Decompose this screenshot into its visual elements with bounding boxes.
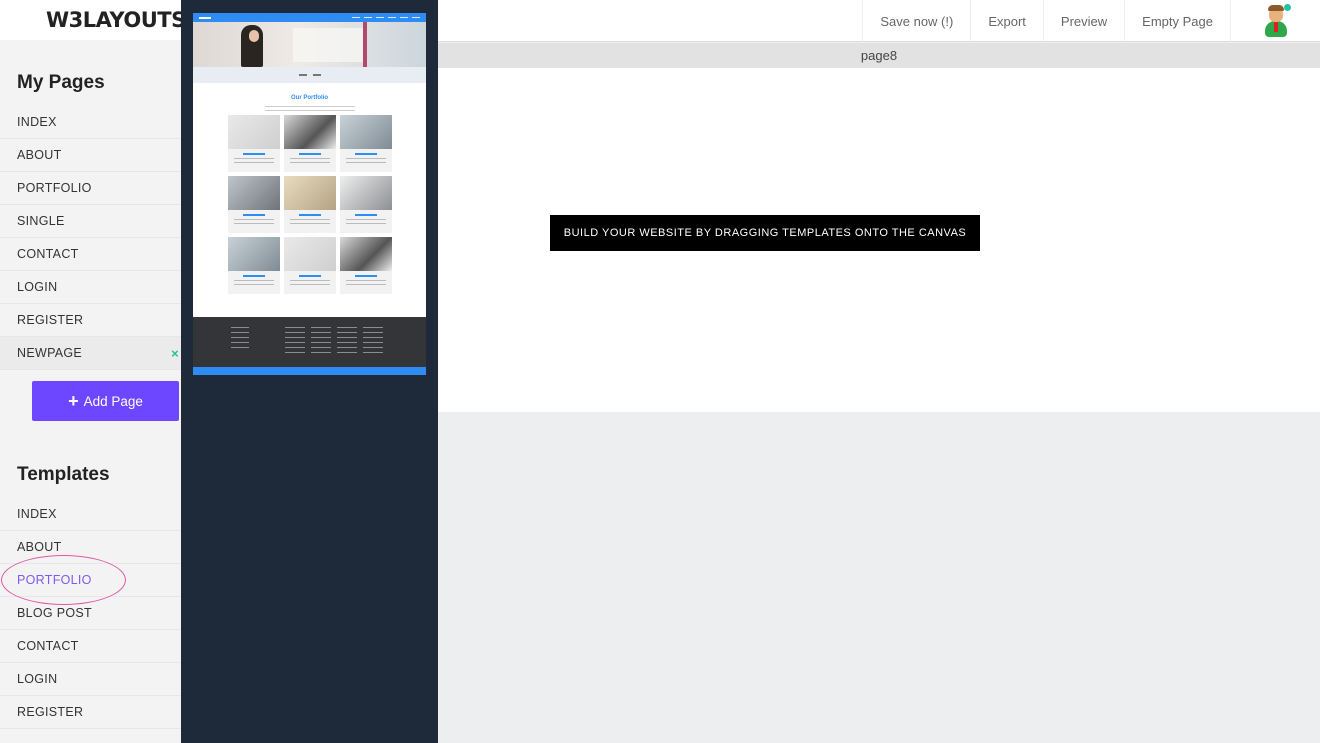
page-item-label: ABOUT	[17, 148, 62, 162]
template-item-label: LOGIN	[17, 672, 58, 686]
page-name-bar: page8	[438, 43, 1320, 68]
thumbnail-card	[340, 176, 392, 233]
template-item-contact[interactable]: CONTACT	[0, 630, 181, 663]
page-item-index[interactable]: INDEX	[0, 106, 181, 139]
canvas-hint: BUILD YOUR WEBSITE BY DRAGGING TEMPLATES…	[550, 215, 980, 251]
logo-text: W3LAYOUTS	[46, 8, 186, 32]
template-item-label: REGISTER	[17, 705, 84, 719]
page-item-label: CONTACT	[17, 247, 79, 261]
thumbnail-navbar	[193, 13, 426, 22]
canvas[interactable]: BUILD YOUR WEBSITE BY DRAGGING TEMPLATES…	[438, 68, 1320, 412]
templates-list: INDEX ABOUT PORTFOLIO BLOG POST CONTACT …	[0, 498, 181, 729]
templates-title: Templates	[17, 464, 110, 485]
thumbnail-card	[284, 237, 336, 294]
remove-page-icon[interactable]: ×	[171, 346, 179, 361]
page-item-about[interactable]: ABOUT	[0, 139, 181, 172]
save-now-button[interactable]: Save now (!)	[862, 0, 970, 42]
page-item-label: PORTFOLIO	[17, 181, 92, 195]
top-actions: Save now (!) Export Preview Empty Page	[862, 0, 1320, 42]
empty-page-button[interactable]: Empty Page	[1124, 0, 1230, 42]
thumbnail-card	[228, 176, 280, 233]
my-pages-title: My Pages	[17, 72, 105, 93]
page-item-login[interactable]: LOGIN	[0, 271, 181, 304]
page-item-label: INDEX	[17, 115, 57, 129]
my-pages-list: INDEX ABOUT PORTFOLIO SINGLE CONTACT LOG…	[0, 106, 181, 370]
thumbnail-copyright-bar	[193, 367, 426, 375]
template-thumbnail[interactable]: Our Portfolio	[193, 13, 426, 375]
page-item-single[interactable]: SINGLE	[0, 205, 181, 238]
thumbnail-card	[228, 115, 280, 172]
template-preview-panel: Our Portfolio	[181, 0, 438, 743]
thumbnail-subtitle	[264, 106, 355, 111]
sidebar: W3LAYOUTS My Pages INDEX ABOUT PORTFOLIO…	[0, 0, 186, 743]
thumbnail-hero-image	[193, 22, 426, 67]
thumbnail-title: Our Portfolio	[291, 95, 328, 101]
plus-icon: +	[68, 391, 79, 411]
page-item-contact[interactable]: CONTACT	[0, 238, 181, 271]
page-name: page8	[860, 48, 898, 63]
preview-button[interactable]: Preview	[1042, 0, 1124, 42]
thumbnail-breadcrumb	[193, 67, 426, 83]
template-item-label: BLOG POST	[17, 606, 92, 620]
page-item-portfolio[interactable]: PORTFOLIO	[0, 172, 181, 205]
template-item-register[interactable]: REGISTER	[0, 696, 181, 729]
add-page-label: Add Page	[83, 393, 143, 409]
export-button[interactable]: Export	[970, 0, 1043, 42]
page-item-register[interactable]: REGISTER	[0, 304, 181, 337]
thumbnail-card	[284, 115, 336, 172]
thumbnail-portfolio-grid	[228, 115, 392, 294]
template-item-label: CONTACT	[17, 639, 79, 653]
user-menu	[1230, 0, 1320, 42]
template-item-label: ABOUT	[17, 540, 62, 554]
thumbnail-card	[284, 176, 336, 233]
thumbnail-card	[228, 237, 280, 294]
online-status-icon	[1283, 4, 1291, 11]
page-item-newpage[interactable]: NEWPAGE ×	[0, 337, 181, 370]
top-bar: Save now (!) Export Preview Empty Page	[438, 0, 1320, 42]
template-item-label: INDEX	[17, 507, 57, 521]
logo[interactable]: W3LAYOUTS	[0, 0, 186, 40]
user-avatar-icon[interactable]	[1263, 4, 1291, 37]
page-item-label: REGISTER	[17, 313, 84, 327]
thumbnail-card	[340, 115, 392, 172]
highlight-circle	[1, 555, 126, 605]
page-item-label: LOGIN	[17, 280, 58, 294]
thumbnail-card	[340, 237, 392, 294]
page-item-label: SINGLE	[17, 214, 65, 228]
template-item-index[interactable]: INDEX	[0, 498, 181, 531]
add-page-button[interactable]: + Add Page	[32, 381, 179, 421]
template-item-login[interactable]: LOGIN	[0, 663, 181, 696]
page-item-label: NEWPAGE	[17, 346, 83, 360]
thumbnail-footer	[193, 317, 426, 367]
